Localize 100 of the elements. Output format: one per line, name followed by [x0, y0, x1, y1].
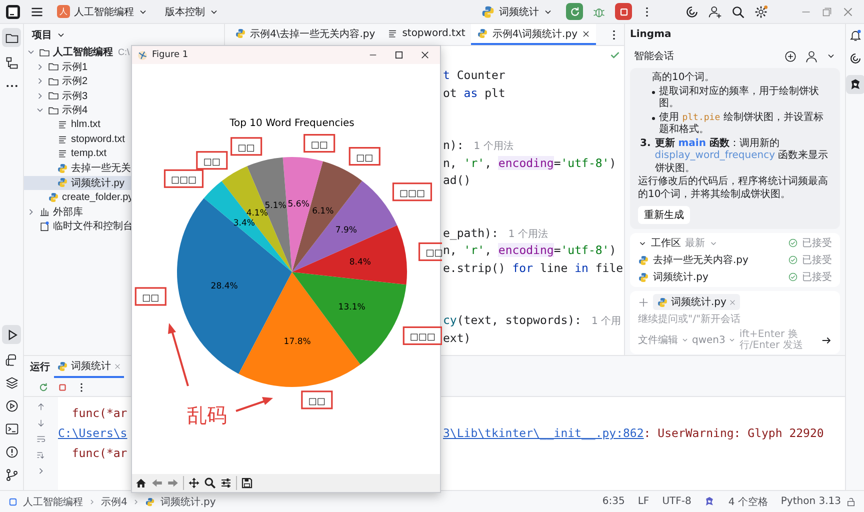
play-circle-icon[interactable] [4, 399, 18, 413]
rerun-icon[interactable] [38, 382, 49, 392]
arrow-down-icon[interactable] [36, 418, 46, 428]
code-line: ad() [443, 172, 472, 189]
python-file-icon [481, 4, 495, 18]
python-file-icon [235, 28, 246, 39]
project-switcher[interactable]: 人 人工智能编程 [53, 4, 152, 18]
status-item[interactable]: 4 个空格 [728, 494, 768, 508]
layers-icon[interactable] [4, 376, 18, 390]
scroll-to-end-icon[interactable] [36, 450, 46, 460]
run-tool-button[interactable] [2, 325, 21, 344]
move-icon[interactable] [188, 477, 200, 489]
status-item[interactable]: LF [638, 496, 650, 507]
zoom-icon[interactable] [204, 477, 216, 489]
tree-item[interactable]: 词频统计.py [24, 176, 131, 190]
file-name[interactable]: 去掉一些无关内容.py [653, 253, 748, 267]
percent-label: 8.4% [349, 257, 371, 268]
save-icon[interactable] [241, 477, 253, 489]
panel-title[interactable]: 项目 [32, 28, 52, 42]
tree-item[interactable]: 外部库 [24, 204, 131, 219]
spiral-icon[interactable] [685, 4, 699, 18]
notification-bell-icon[interactable] [849, 29, 862, 42]
maximize-icon[interactable] [394, 50, 404, 60]
highlighted-category-label: □□□ [392, 182, 432, 202]
console-icon[interactable] [4, 353, 18, 367]
tree-item[interactable]: 示例2 [24, 74, 131, 88]
plus-icon[interactable] [638, 296, 649, 308]
slice-label: □□ [356, 153, 374, 164]
forward-arrow-icon[interactable] [167, 477, 179, 489]
structure-icon[interactable] [4, 56, 18, 70]
percent-label: 13.1% [338, 302, 366, 312]
tree-item[interactable]: create_folder.py [24, 190, 131, 204]
tree-item[interactable]: 示例1 [24, 60, 131, 74]
user-icon[interactable] [805, 50, 818, 62]
editor-tab[interactable]: stopword.txt [381, 24, 472, 45]
project-tool-button[interactable] [2, 28, 21, 47]
vcs-menu[interactable]: 版本控制 [161, 4, 223, 18]
percent-label: 4.1% [246, 208, 268, 218]
arrow [168, 323, 189, 386]
status-item[interactable]: 6:35 [602, 496, 625, 507]
settings-icon[interactable] [754, 4, 768, 18]
add-user-icon[interactable] [708, 4, 722, 18]
close-icon[interactable] [420, 50, 430, 60]
run-configuration[interactable]: 词频统计 [477, 4, 557, 18]
unlock-icon[interactable] [846, 496, 856, 506]
breadcrumb-item[interactable]: 词频统计.py [160, 494, 216, 508]
code-line: ext) [443, 330, 472, 346]
scratch-file-icon [39, 220, 50, 232]
shortcut-hint: ift+Enter 换行/Enter 发送 [739, 329, 804, 351]
tree-item[interactable]: temp.txt [24, 146, 131, 161]
tree-item[interactable]: stopword.txt [24, 132, 131, 146]
sliders-icon[interactable] [220, 477, 232, 489]
stop-button[interactable] [615, 3, 632, 20]
percent-label: 3.4% [233, 218, 255, 228]
window-title: Figure 1 [152, 50, 188, 60]
editor-tab[interactable]: 示例4\去掉一些无关内容.py [229, 24, 382, 45]
code-line: n): 1 个用法 [443, 137, 514, 154]
search-icon[interactable] [731, 4, 745, 18]
console-text: C:\Users\s [58, 426, 128, 440]
spiral-icon[interactable] [849, 52, 862, 65]
chevron-right-icon [88, 498, 96, 506]
assistant-tool-button[interactable] [846, 75, 864, 94]
app-logo-icon[interactable] [5, 4, 21, 20]
git-branch-icon[interactable] [4, 468, 18, 482]
chat-input-field[interactable]: 继续提问或"/"新开会话 [638, 313, 832, 326]
text-file-icon [57, 134, 68, 145]
regenerate-button[interactable]: 重新生成 [638, 206, 690, 224]
problems-icon[interactable] [4, 445, 18, 459]
breadcrumb-item[interactable]: 示例4 [101, 494, 128, 508]
back-arrow-icon[interactable] [151, 477, 163, 489]
send-arrow-icon[interactable] [821, 334, 832, 346]
check-icon [610, 50, 620, 60]
soft-wrap-icon[interactable] [36, 434, 46, 444]
tree-item[interactable]: 示例4 [24, 103, 131, 118]
editor-tab[interactable]: 示例4\词频统计.py [471, 24, 596, 45]
rerun-button[interactable] [566, 3, 583, 20]
home-icon[interactable] [135, 477, 147, 489]
breadcrumb-item[interactable]: 人工智能编程 [23, 494, 83, 508]
new-chat-icon[interactable] [784, 50, 797, 62]
stop-icon[interactable] [57, 382, 68, 392]
folder-icon [48, 76, 59, 87]
slice-label: □□□ [399, 188, 425, 199]
arrow-up-icon[interactable] [36, 402, 46, 412]
tree-item[interactable]: 临时文件和控制台 [24, 219, 131, 234]
status-item[interactable]: UTF-8 [662, 496, 692, 507]
close-icon[interactable] [582, 30, 590, 38]
status-item[interactable]: Python 3.13 [780, 496, 841, 507]
restore-icon[interactable] [821, 6, 833, 18]
tree-item[interactable]: hlm.txt [24, 118, 131, 132]
python-file-icon [57, 360, 68, 372]
terminal-icon[interactable] [4, 422, 18, 436]
tree-item[interactable]: 人工智能编程 C:\ [24, 45, 131, 60]
file-name[interactable]: 词频统计.py [653, 270, 708, 284]
text-file-icon [57, 119, 68, 130]
folder-icon [39, 46, 50, 58]
tree-item[interactable]: 去掉一些无关 [24, 161, 131, 176]
swirl-logo-icon[interactable] [704, 496, 716, 507]
attachment-chip[interactable]: 词频统计.py [653, 294, 740, 310]
highlighted-category-label: □□ [418, 242, 442, 262]
tree-item[interactable]: 示例3 [24, 88, 131, 103]
